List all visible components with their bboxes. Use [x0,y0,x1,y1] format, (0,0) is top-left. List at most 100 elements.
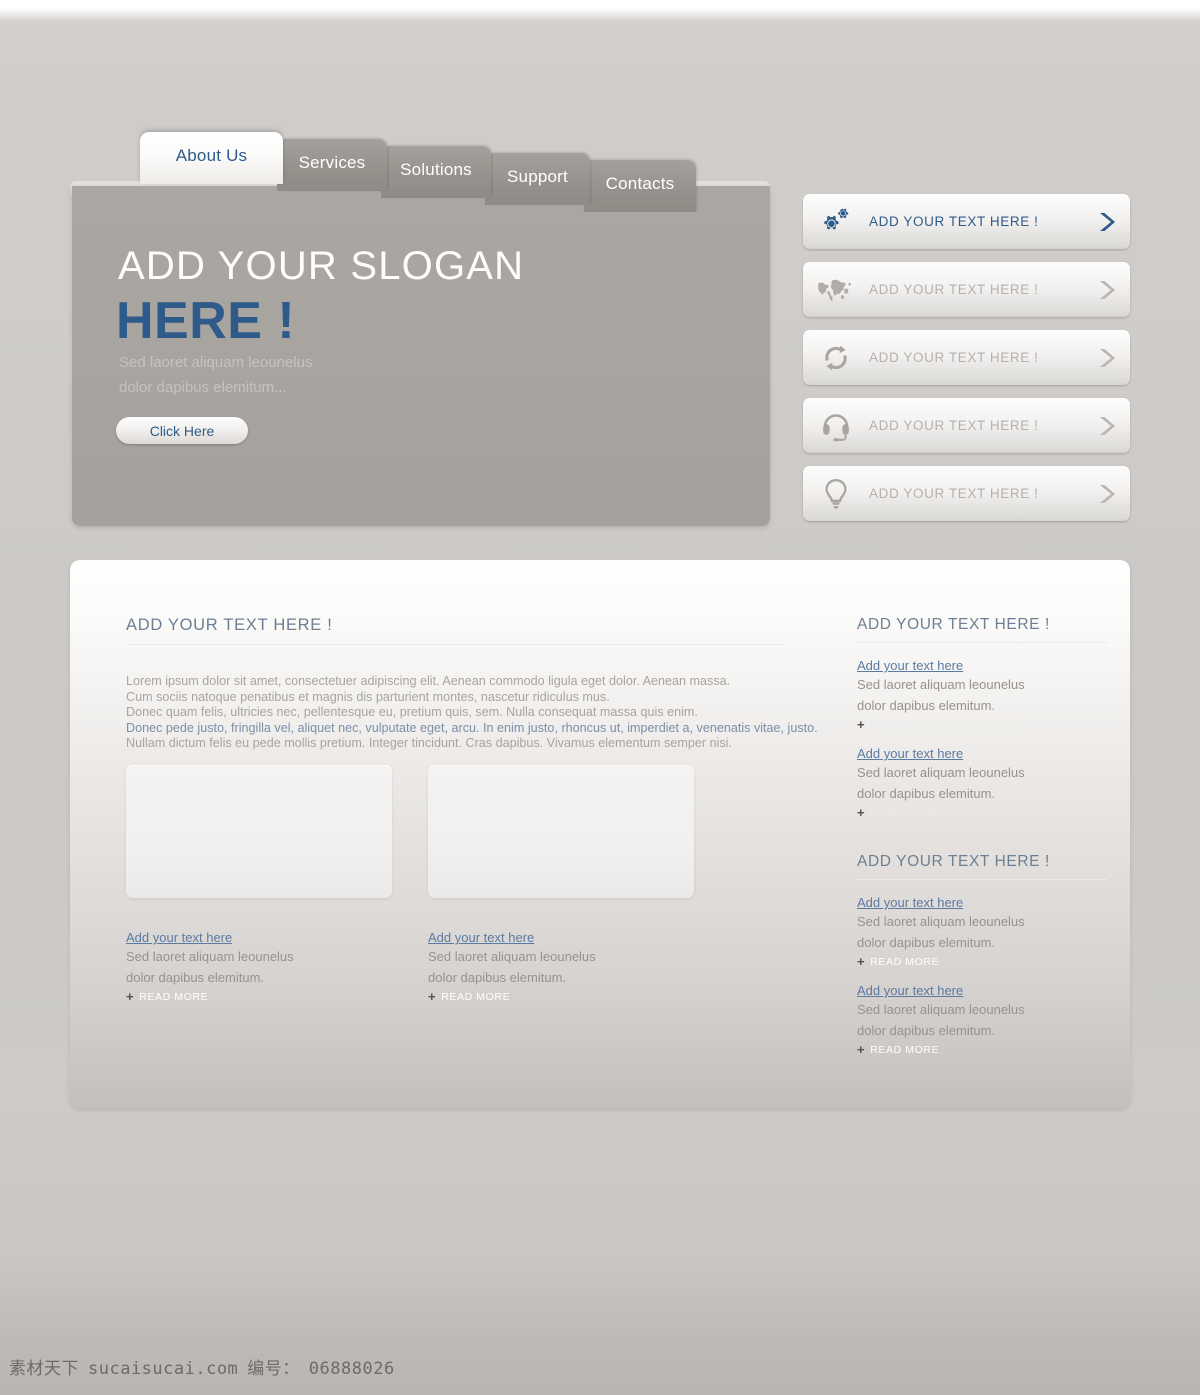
read-more-label: READ MORE [139,990,209,1003]
image-placeholder[interactable] [428,765,694,898]
feature-button-label: ADD YOUR TEXT HERE ! [869,282,1039,297]
read-more-button[interactable]: + READ MORE [126,990,392,1003]
tab-solutions[interactable]: Solutions [381,146,491,198]
hero-subtitle-line-2: dolor dapibus elemitum... [119,379,287,396]
tab-about-us[interactable]: About Us [140,132,283,184]
watermark: 素材天下 sucaisucai.com 编号： 06888026 [9,1354,395,1379]
sidebar-item: Add your text here Sed laoret aliquam le… [857,894,1107,968]
read-more-button[interactable]: + READ MORE [857,806,1107,819]
sidebar-group-1: ADD YOUR TEXT HERE ! Add your text here … [857,616,1107,819]
tab-label: Contacts [605,174,675,193]
feature-card-body: Add your text here Sed laoret aliquam le… [428,929,694,1003]
card-link[interactable]: Add your text here [126,930,232,945]
sidebar-group-title: ADD YOUR TEXT HERE ! [857,853,1107,880]
plus-icon: + [857,717,866,732]
read-more-button[interactable]: + READ MORE [857,1043,1107,1056]
feature-button-lightbulb[interactable]: ADD YOUR TEXT HERE ! [803,466,1130,521]
plus-icon: + [428,989,437,1004]
sidebar-item-link[interactable]: Add your text here [857,983,963,998]
sidebar-item: Add your text here Sed laoret aliquam le… [857,657,1107,731]
card-text-line-1: Sed laoret aliquam leounelus [428,949,596,964]
plus-icon: + [857,954,866,969]
read-more-label: READ MORE [441,990,511,1003]
world-map-icon [803,278,869,302]
plus-icon: + [857,805,866,820]
paragraph-line: Nullam dictum felis eu pede mollis preti… [126,736,732,750]
sidebar-item-line-2: dolor dapibus elemitum. [857,697,996,713]
chevron-right-icon [1084,346,1130,370]
refresh-icon [803,343,869,373]
page-background: About Us Services Solutions Support Cont… [0,0,1200,1395]
hero-slogan: ADD YOUR SLOGAN [118,244,525,288]
gears-icon [803,207,869,236]
click-here-button[interactable]: Click Here [116,417,248,444]
feature-button-label: ADD YOUR TEXT HERE ! [869,214,1039,229]
sidebar-item: Add your text here Sed laoret aliquam le… [857,745,1107,819]
feature-card: Add your text here Sed laoret aliquam le… [126,765,392,1003]
plus-icon: + [126,989,135,1004]
sidebar-item-link[interactable]: Add your text here [857,895,963,910]
watermark-id-label: 编号： [247,1359,300,1378]
read-more-label: READ MORE [870,955,940,968]
sidebar-item-link[interactable]: Add your text here [857,746,963,761]
main-navigation-tabs: About Us Services Solutions Support Cont… [70,132,770,212]
feature-card: Add your text here Sed laoret aliquam le… [428,765,694,1003]
sidebar-item-link[interactable]: Add your text here [857,658,963,673]
feature-button-label: ADD YOUR TEXT HERE ! [869,486,1039,501]
read-more-label: READ MORE [870,1043,940,1056]
sidebar-item-line-1: Sed laoret aliquam leounelus [857,1002,1025,1017]
sidebar-group-title: ADD YOUR TEXT HERE ! [857,616,1107,643]
chevron-right-icon [1084,414,1130,438]
sidebar-item-line-1: Sed laoret aliquam leounelus [857,765,1025,780]
feature-card-body: Add your text here Sed laoret aliquam le… [126,929,392,1003]
hero-panel: ADD YOUR SLOGAN HERE ! Sed laoret aliqua… [72,186,770,526]
tab-services[interactable]: Services [277,139,387,191]
main-section-title: ADD YOUR TEXT HERE ! [126,616,786,645]
sidebar-content-column: ADD YOUR TEXT HERE ! Add your text here … [857,616,1107,1062]
paragraph-line-highlighted: Donec pede justo, fringilla vel, aliquet… [126,720,818,735]
watermark-site: sucaisucai.com [88,1359,239,1379]
hero-highlight: HERE ! [116,292,296,350]
lightbulb-icon [803,478,869,510]
card-text-line-2: dolor dapibus elemitum. [126,969,265,985]
sidebar-group-2: ADD YOUR TEXT HERE ! Add your text here … [857,853,1107,1056]
headset-icon [803,410,869,442]
chevron-right-icon [1084,278,1130,302]
tab-label: Services [298,153,366,172]
tab-label: Support [507,167,568,186]
paragraph-line: Cum sociis natoque penatibus et magnis d… [126,689,610,704]
feature-button-gears[interactable]: ADD YOUR TEXT HERE ! [803,194,1130,249]
read-more-button[interactable]: + READ MORE [857,718,1107,731]
tab-contacts[interactable]: Contacts [584,160,696,212]
tab-label: Solutions [400,160,472,179]
paragraph-line: Donec quam felis, ultricies nec, pellent… [126,705,698,719]
sidebar-item-line-2: dolor dapibus elemitum. [857,785,996,801]
card-text-line-1: Sed laoret aliquam leounelus [126,949,294,964]
paragraph-line: Lorem ipsum dolor sit amet, consectetuer… [126,674,731,688]
card-text-line-2: dolor dapibus elemitum. [428,969,567,985]
plus-icon: + [857,1042,866,1057]
sidebar-item-line-1: Sed laoret aliquam leounelus [857,677,1025,692]
tab-label: About Us [175,146,248,165]
content-panel: ADD YOUR TEXT HERE ! Lorem ipsum dolor s… [70,560,1130,1108]
feature-button-refresh[interactable]: ADD YOUR TEXT HERE ! [803,330,1130,385]
feature-button-label: ADD YOUR TEXT HERE ! [869,418,1039,433]
image-placeholder[interactable] [126,765,392,898]
read-more-label: READ MORE [870,806,940,819]
hero-subtitle-line-1: Sed laoret aliquam leounelus [119,354,313,371]
feature-button-label: ADD YOUR TEXT HERE ! [869,350,1039,365]
read-more-label: READ MORE [870,718,940,731]
card-link[interactable]: Add your text here [428,930,534,945]
feature-button-world-map[interactable]: ADD YOUR TEXT HERE ! [803,262,1130,317]
sidebar-item-line-2: dolor dapibus elemitum. [857,934,996,950]
watermark-id-value: 06888026 [308,1359,395,1379]
read-more-button[interactable]: + READ MORE [428,990,694,1003]
feature-button-list: ADD YOUR TEXT HERE ! ADD YOUR TEXT HERE … [803,194,1130,534]
tab-support[interactable]: Support [485,153,590,205]
chevron-right-icon [1084,210,1130,234]
sidebar-item-line-1: Sed laoret aliquam leounelus [857,914,1025,929]
watermark-brand: 素材天下 [9,1359,79,1378]
feature-button-headset[interactable]: ADD YOUR TEXT HERE ! [803,398,1130,453]
read-more-button[interactable]: + READ MORE [857,955,1107,968]
chevron-right-icon [1084,482,1130,506]
